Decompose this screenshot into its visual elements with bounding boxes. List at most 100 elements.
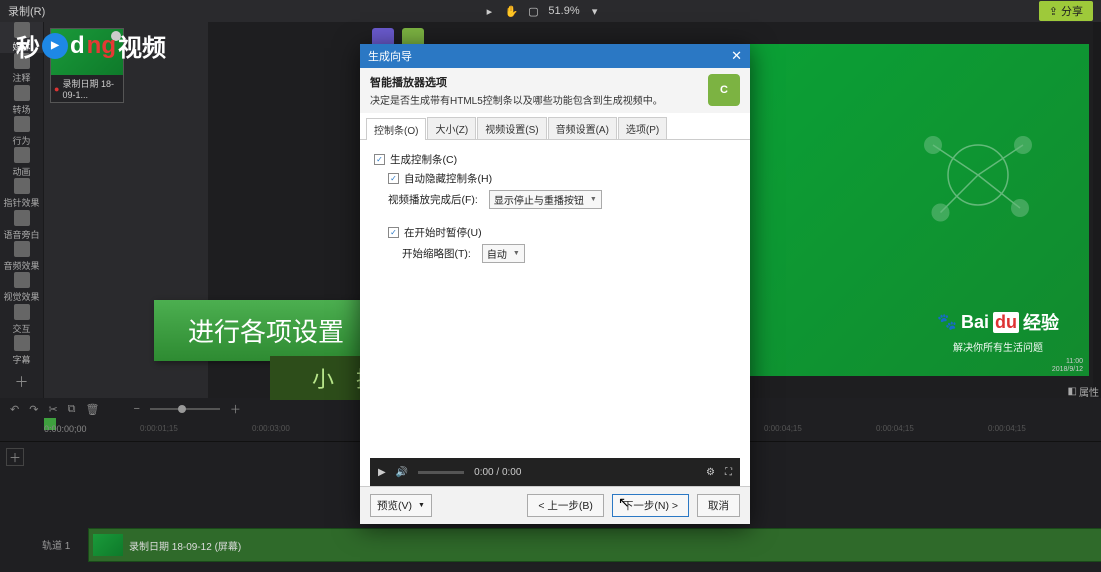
sidebar-item-narration[interactable]: 语音旁白 <box>0 210 43 241</box>
delete-icon[interactable]: 🗑 <box>86 403 100 416</box>
combo-after-play[interactable]: 显示停止与重播按钮 ▼ <box>489 190 602 209</box>
export-wizard-dialog: 生成向导 ✕ 智能播放器选项 决定是否生成带有HTML5控制条以及哪些功能包含到… <box>360 44 750 524</box>
sidebar-item-interact[interactable]: 交互 <box>0 303 43 334</box>
copy-icon[interactable]: ⧉ <box>68 403 76 416</box>
clip-thumb-icon <box>93 534 123 556</box>
ruler-tick: 0:00:04;15 <box>876 424 914 433</box>
tab-size[interactable]: 大小(Z) <box>427 117 476 139</box>
tab-options[interactable]: 选项(P) <box>618 117 667 139</box>
record-dot-icon: ● <box>54 84 59 94</box>
play-icon[interactable]: ▶ <box>378 467 386 478</box>
clock-date: 2018/9/12 <box>1052 366 1083 374</box>
sidebar-label: 行为 <box>12 134 30 147</box>
slider-knob[interactable] <box>178 405 186 413</box>
interact-icon <box>14 304 30 320</box>
back-button[interactable]: < 上一步(B) <box>527 494 604 517</box>
zoom-value[interactable]: 51.9% <box>548 5 579 17</box>
ruler-tick: 0:00:03;00 <box>252 424 290 433</box>
dialog-titlebar[interactable]: 生成向导 ✕ <box>360 44 750 68</box>
cancel-button[interactable]: 取消 <box>697 494 740 517</box>
close-icon[interactable]: ✕ <box>731 48 742 64</box>
sidebar-label: 注释 <box>12 71 30 84</box>
canvas-scrollbar[interactable] <box>1093 22 1101 398</box>
dialog-header-title: 智能播放器选项 <box>370 74 663 90</box>
chevron-down-icon: ▼ <box>590 196 597 203</box>
logo-part: 秒 <box>16 28 40 63</box>
zoom-in-icon[interactable]: ＋ <box>230 401 241 417</box>
next-button[interactable]: 下一步(N) > <box>612 494 689 517</box>
sidebar-item-cursor[interactable]: 指针效果 <box>0 178 43 209</box>
sidebar-item-animation[interactable]: 动画 <box>0 147 43 178</box>
camtasia-logo-icon: C <box>708 74 740 106</box>
caption-icon <box>14 335 30 351</box>
sidebar-item-transition[interactable]: 转场 <box>0 85 43 116</box>
share-icon: ⇪ <box>1049 6 1058 18</box>
dialog-tabs: 控制条(O) 大小(Z) 视频设置(S) 音频设置(A) 选项(P) <box>360 113 750 140</box>
combo-after-play-value: 显示停止与重播按钮 <box>494 192 584 207</box>
tab-audio[interactable]: 音频设置(A) <box>548 117 617 139</box>
chevron-down-icon: ▼ <box>513 250 520 257</box>
zoom-slider[interactable] <box>150 408 220 410</box>
gear-icon[interactable]: ⚙ <box>706 467 715 478</box>
sidebar-item-visualfx[interactable]: 视觉效果 <box>0 272 43 303</box>
brand-block: 🐾 Baidu经验 解决你所有生活问题 <box>937 309 1059 354</box>
annotation-main: 进行各项设置 <box>154 300 378 361</box>
tab-controls[interactable]: 控制条(O) <box>366 118 426 140</box>
sidebar-item-behavior[interactable]: 行为 <box>0 116 43 147</box>
chevron-down-icon[interactable]: ▾ <box>588 5 602 18</box>
share-label: 分享 <box>1061 6 1083 18</box>
sidebar-item-caption[interactable]: 字幕 <box>0 335 43 366</box>
checkbox-auto-hide[interactable]: ✓ <box>388 173 399 184</box>
left-sidebar: 媒体 注释 转场 行为 动画 指针效果 语音旁白 音频效果 视觉效果 交互 字幕… <box>0 22 44 398</box>
chevron-down-icon: ▼ <box>418 502 425 509</box>
preview-button[interactable]: 预览(V) ▼ <box>370 494 432 517</box>
cut-icon[interactable]: ✂ <box>48 403 57 416</box>
sidebar-item-audiofx[interactable]: 音频效果 <box>0 241 43 272</box>
sidebar-label: 交互 <box>12 322 30 335</box>
bulb-decoration-icon <box>903 100 1053 250</box>
timeline-clip[interactable]: 录制日期 18-09-12 (屏幕) <box>88 528 1101 562</box>
add-panel-button[interactable]: ＋ <box>12 372 32 392</box>
redo-icon[interactable]: ↷ <box>29 403 38 416</box>
dialog-header: 智能播放器选项 决定是否生成带有HTML5控制条以及哪些功能包含到生成视频中。 … <box>360 68 750 113</box>
menu-record[interactable]: 录制(R) <box>8 3 45 19</box>
hand-icon[interactable]: ✋ <box>504 5 518 18</box>
label-thumb: 开始缩略图(T): <box>402 246 471 261</box>
add-track-button[interactable]: ＋ <box>6 448 24 466</box>
undo-icon[interactable]: ↶ <box>10 403 19 416</box>
mic-icon <box>14 210 30 226</box>
tab-video[interactable]: 视频设置(S) <box>477 117 546 139</box>
time-zero: 0:00:00;00 <box>44 424 87 434</box>
properties-toggle[interactable]: ◧ 属性 <box>1068 384 1099 399</box>
checkbox-gen-controls[interactable]: ✓ <box>374 154 385 165</box>
dialog-body: ✓ 生成控制条(C) ✓ 自动隐藏控制条(H) 视频播放完成后(F): 显示停止… <box>360 140 750 444</box>
combo-thumb[interactable]: 自动 ▼ <box>482 244 525 263</box>
logo-part: 视频 <box>118 28 166 63</box>
sidebar-label: 指针效果 <box>3 196 39 209</box>
clip-label: 录制日期 18-09-12 (屏幕) <box>129 538 241 553</box>
sidebar-label: 动画 <box>12 165 30 178</box>
zoom-controls: ▸ ✋ ▢ 51.9% ▾ <box>482 5 601 18</box>
sidebar-label: 视觉效果 <box>3 290 39 303</box>
ruler-tick: 0:00:04;15 <box>988 424 1026 433</box>
sidebar-label: 语音旁白 <box>3 228 39 241</box>
share-button[interactable]: ⇪ 分享 <box>1039 1 1093 21</box>
progress-bar[interactable] <box>418 471 464 474</box>
sidebar-label: 字幕 <box>12 353 30 366</box>
logo-part: d <box>70 32 85 60</box>
dialog-title: 生成向导 <box>368 48 412 64</box>
checkbox-pause-start[interactable]: ✓ <box>388 227 399 238</box>
volume-icon[interactable]: 🔊 <box>396 467 408 478</box>
crop-icon[interactable]: ▢ <box>526 5 540 18</box>
logo-part: ng <box>87 32 116 60</box>
brand-mid: du <box>993 312 1019 333</box>
animation-icon <box>14 147 30 163</box>
controlbar-preview: ▶ 🔊 0:00 / 0:00 ⚙ ⛶ <box>370 458 740 486</box>
brand-left: Bai <box>961 312 989 333</box>
zoom-out-icon[interactable]: − <box>133 403 139 415</box>
properties-label: 属性 <box>1079 384 1099 399</box>
fullscreen-icon[interactable]: ⛶ <box>725 467 732 478</box>
pointer-icon[interactable]: ▸ <box>482 5 496 18</box>
label-gen-controls: 生成控制条(C) <box>390 152 457 167</box>
audio-icon <box>14 241 30 257</box>
